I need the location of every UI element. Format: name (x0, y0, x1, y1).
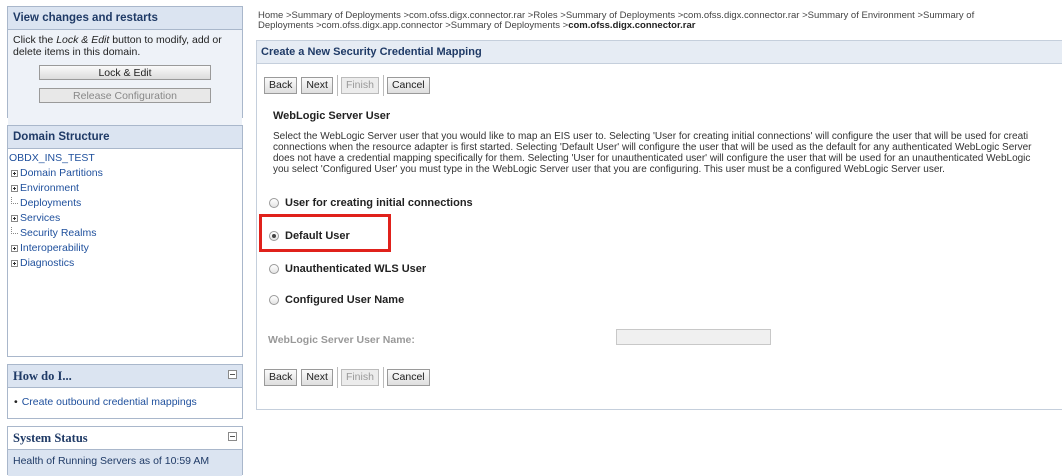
expand-icon[interactable] (11, 185, 18, 192)
tree-connector-icon (11, 197, 18, 204)
collapse-icon[interactable] (228, 432, 237, 441)
how-do-i-label: How do I... (13, 369, 72, 383)
tree-item-label: Environment (20, 182, 79, 194)
release-configuration-button[interactable]: Release Configuration (39, 88, 211, 103)
tree-item-label: Security Realms (20, 227, 97, 239)
button-separator (382, 75, 384, 96)
description-line: you select 'Configured User' you must ty… (273, 164, 945, 175)
bullet-icon: • (14, 396, 18, 408)
back-button[interactable]: Back (264, 77, 298, 94)
change-center-buttons: Lock & Edit Release Configuration (8, 62, 242, 128)
option-initial-connections[interactable]: User for creating initial connections (269, 197, 473, 209)
option-label: User for creating initial connections (285, 197, 473, 209)
domain-structure-panel: Domain Structure OBDX_INS_TEST Domain Pa… (7, 125, 243, 357)
section-description: Select the WebLogic Server user that you… (273, 131, 1062, 175)
help-prefix: Click the (13, 34, 57, 46)
section-title: WebLogic Server User (273, 110, 391, 122)
tree-item-label: Interoperability (20, 242, 89, 254)
page-title: Create a New Security Credential Mapping (257, 41, 1062, 64)
create-outbound-credential-link[interactable]: Create outbound credential mappings (22, 396, 197, 408)
tree-item-domain-partitions[interactable]: Domain Partitions (8, 166, 242, 181)
breadcrumb-current: com.ofss.digx.connector.rar (568, 20, 696, 31)
radio-icon[interactable] (269, 198, 279, 208)
help-emph: Lock & Edit (56, 34, 110, 46)
tree-item-label: Deployments (20, 197, 82, 209)
option-unauthenticated-wls-user[interactable]: Unauthenticated WLS User (269, 263, 426, 275)
system-status-label: System Status (13, 431, 88, 445)
user-name-label: WebLogic Server User Name: (268, 334, 415, 346)
tree-item-deployments[interactable]: Deployments (8, 196, 242, 211)
how-do-i-title: How do I... (8, 365, 242, 388)
finish-button[interactable]: Finish (340, 369, 379, 386)
radio-icon[interactable] (269, 264, 279, 274)
description-line: does not have a credential mapping speci… (273, 153, 1031, 164)
user-name-input[interactable] (616, 329, 771, 345)
how-do-i-list: • Create outbound credential mappings (8, 388, 242, 408)
tree-connector-icon (11, 227, 18, 234)
tree-item-label: Domain Partitions (20, 167, 103, 179)
top-button-bar: Back Next Finish Cancel (264, 75, 434, 96)
highlight-box (259, 214, 391, 252)
tree-item-label: Services (20, 212, 61, 224)
breadcrumb: Home >Summary of Deployments >com.ofss.d… (258, 11, 1058, 31)
bottom-button-bar: Back Next Finish Cancel (264, 367, 434, 388)
description-line: connections when the resource adapter is… (273, 142, 1032, 153)
next-button[interactable]: Next (301, 77, 333, 94)
option-configured-user-name[interactable]: Configured User Name (269, 294, 404, 306)
tree-item-security-realms[interactable]: Security Realms (8, 226, 242, 241)
collapse-icon[interactable] (228, 370, 237, 379)
domain-root[interactable]: OBDX_INS_TEST (8, 151, 242, 166)
tree-item-diagnostics[interactable]: Diagnostics (8, 256, 242, 271)
cancel-button[interactable]: Cancel (386, 369, 430, 386)
expand-icon[interactable] (11, 170, 18, 177)
breadcrumb-line-2: Deployments >com.ofss.digx.app.connector… (258, 21, 1058, 31)
back-button[interactable]: Back (264, 369, 298, 386)
system-status-panel: System Status Health of Running Servers … (7, 426, 243, 476)
button-separator (336, 367, 338, 388)
tree-item-label: Diagnostics (20, 257, 75, 269)
expand-icon[interactable] (11, 215, 18, 222)
next-button[interactable]: Next (301, 369, 333, 386)
expand-icon[interactable] (11, 260, 18, 267)
finish-button[interactable]: Finish (340, 77, 379, 94)
domain-structure-title: Domain Structure (8, 126, 242, 149)
button-separator (336, 75, 338, 96)
radio-icon[interactable] (269, 295, 279, 305)
system-status-title: System Status (8, 427, 242, 450)
lock-edit-button[interactable]: Lock & Edit (39, 65, 211, 80)
how-do-i-panel: How do I... • Create outbound credential … (7, 364, 243, 419)
change-center-title: View changes and restarts (8, 7, 242, 30)
tree-item-environment[interactable]: Environment (8, 181, 242, 196)
button-separator (382, 367, 384, 388)
domain-tree: OBDX_INS_TEST Domain Partitions Environm… (8, 149, 242, 271)
cancel-button[interactable]: Cancel (386, 77, 430, 94)
tree-item-services[interactable]: Services (8, 211, 242, 226)
description-line: Select the WebLogic Server user that you… (273, 131, 1029, 142)
breadcrumb-links[interactable]: Deployments >com.ofss.digx.app.connector… (258, 20, 568, 31)
left-column: View changes and restarts Click the Lock… (0, 0, 244, 476)
tree-item-interoperability[interactable]: Interoperability (8, 241, 242, 256)
health-text: Health of Running Servers as of 10:59 AM (8, 450, 242, 476)
option-label: Unauthenticated WLS User (285, 263, 427, 275)
change-center-panel: View changes and restarts Click the Lock… (7, 6, 243, 128)
option-label: Configured User Name (285, 294, 405, 306)
change-center-help: Click the Lock & Edit button to modify, … (8, 30, 242, 62)
expand-icon[interactable] (11, 245, 18, 252)
